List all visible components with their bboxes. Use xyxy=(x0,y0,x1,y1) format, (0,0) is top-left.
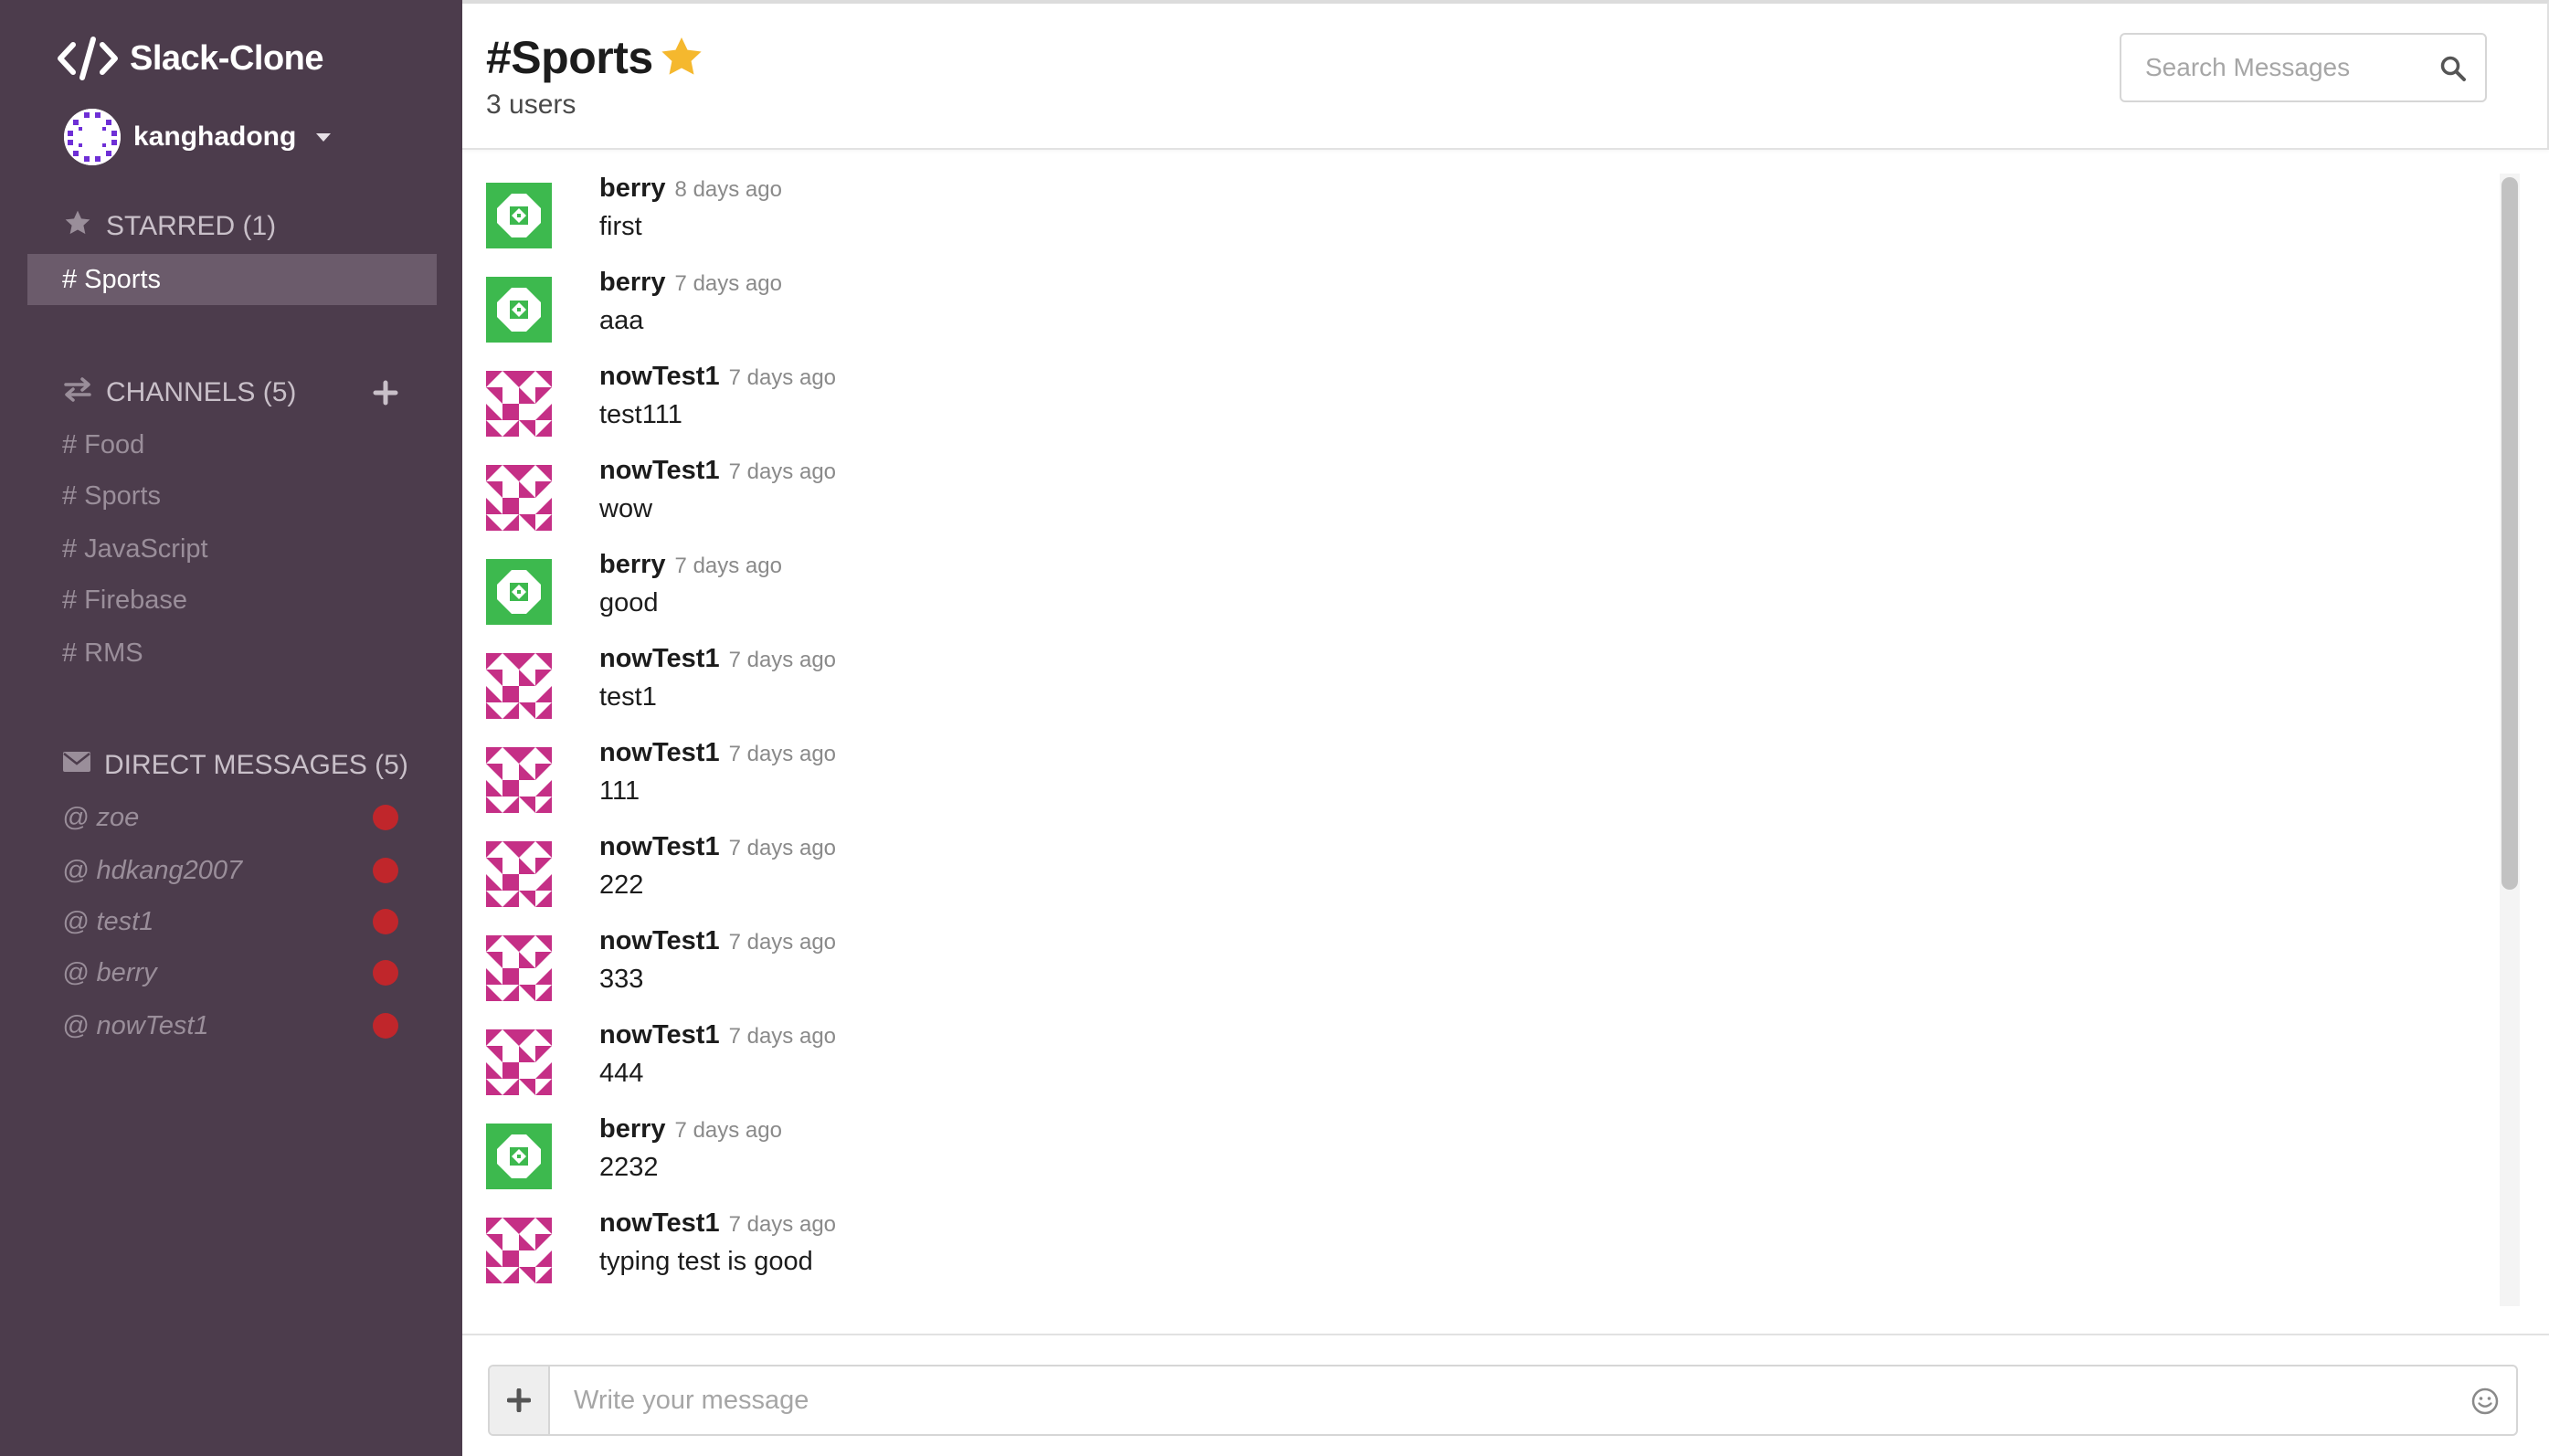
message-author[interactable]: nowTest1 xyxy=(599,1208,720,1238)
message-text: 333 xyxy=(599,965,644,994)
starred-item-sports[interactable]: # Sports xyxy=(27,254,437,305)
message-timestamp: 7 days ago xyxy=(728,1212,837,1237)
avatar xyxy=(486,841,552,907)
starred-header: STARRED (1) xyxy=(62,206,276,247)
page-title: #Sports xyxy=(486,31,706,84)
message-author[interactable]: berry xyxy=(599,1114,666,1144)
dm-item-zoe[interactable]: @ zoe xyxy=(62,795,139,840)
envelope-icon xyxy=(62,750,104,781)
message-author[interactable]: nowTest1 xyxy=(599,738,720,767)
search-icon[interactable] xyxy=(2439,55,2467,87)
avatar xyxy=(486,371,552,437)
message-text: good xyxy=(599,588,659,617)
message-composer xyxy=(488,1365,2518,1436)
message-timestamp: 7 days ago xyxy=(728,836,837,860)
chevron-down-icon[interactable] xyxy=(316,132,332,142)
message-timestamp: 7 days ago xyxy=(728,1024,837,1049)
dm-item-test1[interactable]: @ test1 xyxy=(62,899,153,944)
dm-label: DIRECT MESSAGES (5) xyxy=(104,750,408,780)
presence-indicator xyxy=(373,1013,398,1039)
message-text: typing test is good xyxy=(599,1247,813,1276)
channel-item-rms[interactable]: # RMS xyxy=(62,630,143,676)
message-timestamp: 7 days ago xyxy=(674,1118,782,1143)
channels-label: CHANNELS (5) xyxy=(106,377,297,407)
message-author[interactable]: berry xyxy=(599,174,666,203)
avatar xyxy=(486,559,552,625)
channel-item-sports[interactable]: # Sports xyxy=(62,473,161,519)
scrollbar-thumb[interactable] xyxy=(2501,177,2518,890)
star-icon[interactable] xyxy=(657,33,706,82)
avatar xyxy=(486,465,552,531)
message-author[interactable]: nowTest1 xyxy=(599,832,720,861)
message-text: test111 xyxy=(599,400,682,429)
message-author[interactable]: berry xyxy=(599,550,666,579)
message-timestamp: 8 days ago xyxy=(674,177,782,202)
message-timestamp: 7 days ago xyxy=(728,742,837,766)
channel-header: #Sports 3 users xyxy=(462,0,2549,150)
exchange-icon xyxy=(62,375,106,410)
message-author[interactable]: nowTest1 xyxy=(599,456,720,485)
dm-item-hdkang2007[interactable]: @ hdkang2007 xyxy=(62,848,242,893)
message-text: aaa xyxy=(599,306,644,335)
avatar xyxy=(486,1218,552,1283)
app-title: Slack-Clone xyxy=(130,38,324,78)
channel-item-javascript[interactable]: # JavaScript xyxy=(62,526,208,572)
message-text: first xyxy=(599,212,642,241)
username: kanghadong xyxy=(133,121,297,152)
message-text: 111 xyxy=(599,776,640,806)
message-author[interactable]: nowTest1 xyxy=(599,644,720,673)
composer-area xyxy=(462,1334,2549,1456)
sidebar: Slack-Clone kanghadong STARRED (1) # Spo… xyxy=(0,0,462,1456)
channel-item-food[interactable]: # Food xyxy=(62,422,144,468)
message-list: berry 8 days ago first berry 7 days ago aa… xyxy=(462,152,2501,1312)
avatar xyxy=(486,183,552,248)
message-input[interactable] xyxy=(574,1385,2401,1416)
user-menu[interactable]: kanghadong xyxy=(64,108,332,166)
dm-item-nowtest1[interactable]: @ nowTest1 xyxy=(62,1003,209,1049)
star-icon xyxy=(62,208,106,245)
message-author[interactable]: nowTest1 xyxy=(599,362,720,391)
brand: Slack-Clone xyxy=(57,33,324,84)
channel-item-firebase[interactable]: # Firebase xyxy=(62,577,187,623)
message-author[interactable]: nowTest1 xyxy=(599,926,720,955)
code-icon xyxy=(57,33,121,84)
starred-label: STARRED (1) xyxy=(106,211,277,241)
message-author[interactable]: nowTest1 xyxy=(599,1020,720,1050)
avatar xyxy=(486,277,552,343)
message-text: test1 xyxy=(599,682,657,712)
avatar xyxy=(486,1029,552,1095)
message-text: 2232 xyxy=(599,1153,659,1182)
smile-icon[interactable] xyxy=(2469,1385,2501,1422)
message-timestamp: 7 days ago xyxy=(674,271,782,296)
user-count: 3 users xyxy=(486,90,576,120)
channel-name: #Sports xyxy=(486,32,653,83)
search-input[interactable] xyxy=(2145,53,2419,82)
dm-item-berry[interactable]: @ berry xyxy=(62,950,157,996)
plus-icon[interactable] xyxy=(371,378,400,407)
presence-indicator xyxy=(373,805,398,830)
message-text: 222 xyxy=(599,870,644,900)
presence-indicator xyxy=(373,960,398,986)
search-box xyxy=(2120,33,2487,102)
avatar xyxy=(486,935,552,1001)
message-text: wow xyxy=(599,494,653,523)
avatar xyxy=(486,653,552,719)
message-timestamp: 7 days ago xyxy=(728,365,837,390)
avatar xyxy=(64,109,121,165)
plus-icon[interactable] xyxy=(490,1366,550,1434)
message-text: 444 xyxy=(599,1059,644,1088)
channels-header: CHANNELS (5) xyxy=(62,373,296,413)
presence-indicator xyxy=(373,909,398,934)
message-timestamp: 7 days ago xyxy=(728,930,837,955)
avatar xyxy=(486,747,552,813)
dm-header: DIRECT MESSAGES (5) xyxy=(62,745,408,786)
avatar xyxy=(486,1124,552,1189)
message-timestamp: 7 days ago xyxy=(728,459,837,484)
message-timestamp: 7 days ago xyxy=(674,554,782,578)
message-author[interactable]: berry xyxy=(599,268,666,297)
presence-indicator xyxy=(373,858,398,883)
message-timestamp: 7 days ago xyxy=(728,648,837,672)
